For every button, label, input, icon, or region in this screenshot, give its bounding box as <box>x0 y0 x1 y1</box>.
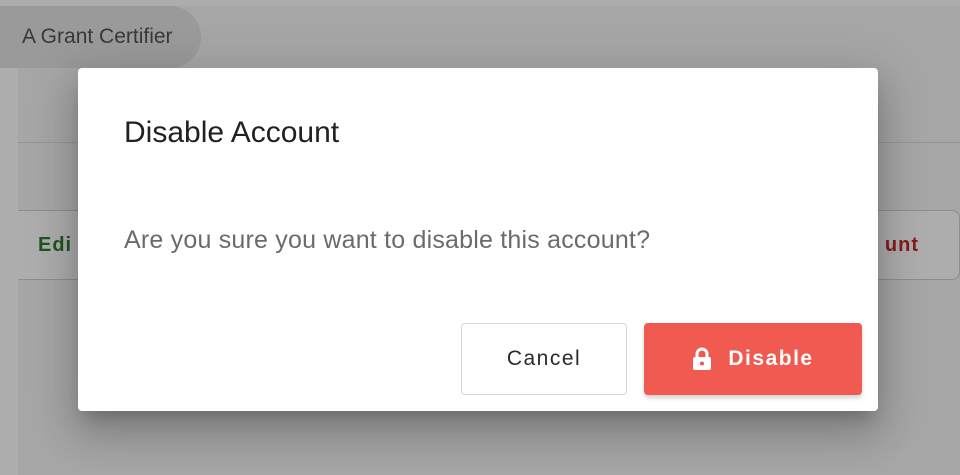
disable-button[interactable]: Disable <box>644 323 862 395</box>
disable-account-dialog: Disable Account Are you sure you want to… <box>78 68 878 411</box>
cancel-button-label: Cancel <box>506 347 582 370</box>
dialog-message: Are you sure you want to disable this ac… <box>124 226 651 254</box>
cancel-button[interactable]: Cancel <box>461 323 627 395</box>
disable-button-label: Disable <box>728 347 814 370</box>
dialog-title: Disable Account <box>124 116 340 149</box>
page: A Grant Certifier Edi unt Disable Accoun… <box>0 0 960 475</box>
lock-icon <box>693 347 712 370</box>
